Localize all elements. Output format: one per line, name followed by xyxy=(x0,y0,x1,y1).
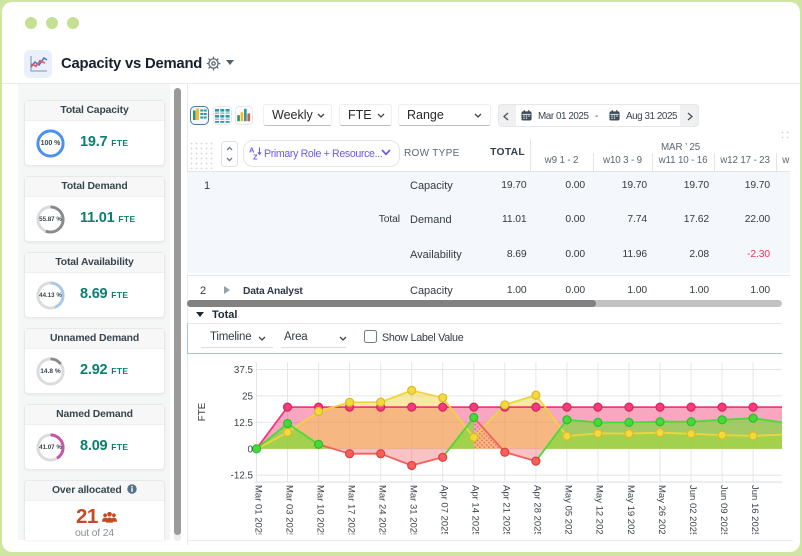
svg-text:25: 25 xyxy=(242,391,253,402)
svg-text:12.5: 12.5 xyxy=(233,417,253,428)
svg-text:May 12 2025: May 12 2025 xyxy=(593,485,604,540)
svg-text:Apr 28 2025: Apr 28 2025 xyxy=(531,485,542,537)
svg-text:0: 0 xyxy=(247,444,253,455)
svg-text:Jun 02 2025: Jun 02 2025 xyxy=(686,485,697,537)
svg-text:Apr 21 2025: Apr 21 2025 xyxy=(500,485,511,537)
svg-text:Apr 07 2025: Apr 07 2025 xyxy=(438,485,449,537)
svg-text:Mar 03 2025: Mar 03 2025 xyxy=(283,485,294,538)
svg-text:Mar 31 2025: Mar 31 2025 xyxy=(407,485,418,538)
svg-text:-12.5: -12.5 xyxy=(230,470,253,481)
svg-text:May 19 2025: May 19 2025 xyxy=(624,485,635,540)
svg-text:Jun 09 2025: Jun 09 2025 xyxy=(717,485,728,537)
svg-text:Jun 16 2025: Jun 16 2025 xyxy=(748,485,759,537)
svg-text:Z: Z xyxy=(253,153,258,161)
svg-text:37.5: 37.5 xyxy=(233,365,253,376)
svg-text:Mar 10 2025: Mar 10 2025 xyxy=(314,485,325,538)
svg-text:Mar 01 2025: Mar 01 2025 xyxy=(252,485,263,538)
svg-text:Mar 17 2025: Mar 17 2025 xyxy=(345,485,356,538)
svg-text:FTE: FTE xyxy=(197,402,208,421)
svg-text:May 26 2025: May 26 2025 xyxy=(655,485,666,540)
svg-text:Mar 24 2025: Mar 24 2025 xyxy=(376,485,387,538)
svg-text:Apr 14 2025: Apr 14 2025 xyxy=(469,485,480,537)
svg-text:May 05 2025: May 05 2025 xyxy=(562,485,573,540)
